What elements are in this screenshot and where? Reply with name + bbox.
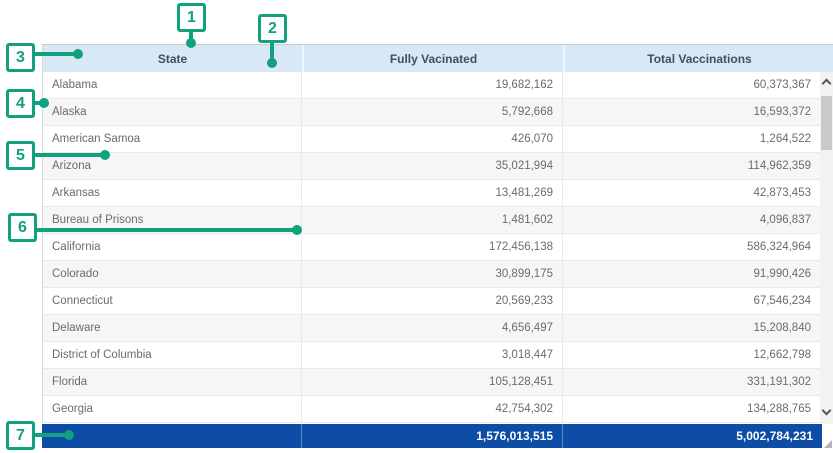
- table-header-row: State Fully Vacinated Total Vaccinations: [42, 44, 833, 72]
- table-row[interactable]: Connecticut 20,569,233 67,546,234: [43, 288, 820, 315]
- state-cell: Florida: [43, 369, 301, 395]
- callout-4-dot: [39, 98, 49, 108]
- callout-1: 1: [177, 3, 206, 32]
- callout-5-line: [33, 153, 103, 157]
- state-cell: California: [43, 234, 301, 260]
- fully-vaccinated-cell: 42,754,302: [301, 396, 562, 422]
- total-vaccinations-cell: 331,191,302: [562, 369, 820, 395]
- total-vaccinations-cell: 91,990,426: [562, 261, 820, 287]
- fully-vaccinated-cell: 30,899,175: [301, 261, 562, 287]
- state-cell: Georgia: [43, 396, 301, 422]
- callout-3-dot: [73, 49, 83, 59]
- scroll-up-icon[interactable]: [822, 79, 832, 89]
- total-vaccinations-cell: 12,662,798: [562, 342, 820, 368]
- callout-1-dot: [186, 38, 196, 48]
- total-vaccinations-cell: 60,373,367: [562, 72, 820, 98]
- fully-vaccinated-cell: 5,792,668: [301, 99, 562, 125]
- table-row[interactable]: Delaware 4,656,497 15,208,840: [43, 315, 820, 342]
- callout-3: 3: [6, 43, 35, 72]
- column-header-state[interactable]: State: [43, 45, 302, 72]
- total-vaccinations-cell: 114,962,359: [562, 153, 820, 179]
- callout-5-dot: [100, 150, 110, 160]
- total-vaccinations-cell: 4,096,837: [562, 207, 820, 233]
- table-body: Alabama 19,682,162 60,373,367 Alaska 5,7…: [42, 72, 820, 423]
- table-row[interactable]: Alaska 5,792,668 16,593,372: [43, 99, 820, 126]
- fully-vaccinated-cell: 13,481,269: [301, 180, 562, 206]
- callout-7-dot: [64, 430, 74, 440]
- column-header-total-vaccinations[interactable]: Total Vaccinations: [563, 45, 833, 72]
- callout-2: 2: [258, 14, 287, 43]
- total-vaccinations-cell: 15,208,840: [562, 315, 820, 341]
- state-cell: Alaska: [43, 99, 301, 125]
- table-row[interactable]: American Samoa 426,070 1,264,522: [43, 126, 820, 153]
- totals-empty-cell: [42, 424, 301, 448]
- state-cell: American Samoa: [43, 126, 301, 152]
- fully-vaccinated-cell: 172,456,138: [301, 234, 562, 260]
- fully-vaccinated-cell: 20,569,233: [301, 288, 562, 314]
- total-vaccinations-cell: 42,873,453: [562, 180, 820, 206]
- table-row[interactable]: California 172,456,138 586,324,964: [43, 234, 820, 261]
- fully-vaccinated-cell: 3,018,447: [301, 342, 562, 368]
- fully-vaccinated-cell: 426,070: [301, 126, 562, 152]
- total-vaccinations-cell: 586,324,964: [562, 234, 820, 260]
- total-vaccinations-cell: 67,546,234: [562, 288, 820, 314]
- total-vaccinations-cell: 134,288,765: [562, 396, 820, 422]
- fully-vaccinated-cell: 19,682,162: [301, 72, 562, 98]
- state-cell: Colorado: [43, 261, 301, 287]
- table-row[interactable]: Arkansas 13,481,269 42,873,453: [43, 180, 820, 207]
- fully-vaccinated-cell: 1,481,602: [301, 207, 562, 233]
- scrollbar-thumb[interactable]: [821, 96, 832, 150]
- callout-6-dot: [292, 225, 302, 235]
- state-cell: Alabama: [43, 72, 301, 98]
- totals-total-vaccinations: 5,002,784,231: [562, 424, 822, 448]
- callout-4: 4: [6, 89, 35, 118]
- column-header-fully-vaccinated[interactable]: Fully Vacinated: [302, 45, 563, 72]
- table-row[interactable]: Florida 105,128,451 331,191,302: [43, 369, 820, 396]
- callout-7-line: [34, 433, 67, 437]
- vaccination-table-screenshot: State Fully Vacinated Total Vaccinations…: [0, 0, 833, 453]
- total-vaccinations-cell: 1,264,522: [562, 126, 820, 152]
- fully-vaccinated-cell: 35,021,994: [301, 153, 562, 179]
- fully-vaccinated-cell: 105,128,451: [301, 369, 562, 395]
- state-cell: Arkansas: [43, 180, 301, 206]
- table-row[interactable]: Alabama 19,682,162 60,373,367: [43, 72, 820, 99]
- vertical-scrollbar[interactable]: [820, 72, 833, 424]
- callout-5: 5: [6, 141, 35, 170]
- table-row[interactable]: District of Columbia 3,018,447 12,662,79…: [43, 342, 820, 369]
- total-vaccinations-cell: 16,593,372: [562, 99, 820, 125]
- totals-fully-vaccinated: 1,576,013,515: [301, 424, 562, 448]
- state-cell: District of Columbia: [43, 342, 301, 368]
- totals-row: 1,576,013,515 5,002,784,231: [42, 424, 822, 448]
- callout-3-line: [33, 52, 77, 56]
- state-cell: Connecticut: [43, 288, 301, 314]
- scroll-down-icon[interactable]: [822, 406, 832, 416]
- callout-6-line: [36, 228, 294, 232]
- callout-6: 6: [8, 213, 37, 242]
- callout-7: 7: [6, 421, 35, 450]
- fully-vaccinated-cell: 4,656,497: [301, 315, 562, 341]
- resize-grip-icon: [824, 440, 832, 448]
- callout-2-dot: [267, 58, 277, 68]
- table-row[interactable]: Georgia 42,754,302 134,288,765: [43, 396, 820, 423]
- table-row[interactable]: Colorado 30,899,175 91,990,426: [43, 261, 820, 288]
- state-cell: Delaware: [43, 315, 301, 341]
- table-row[interactable]: Arizona 35,021,994 114,962,359: [43, 153, 820, 180]
